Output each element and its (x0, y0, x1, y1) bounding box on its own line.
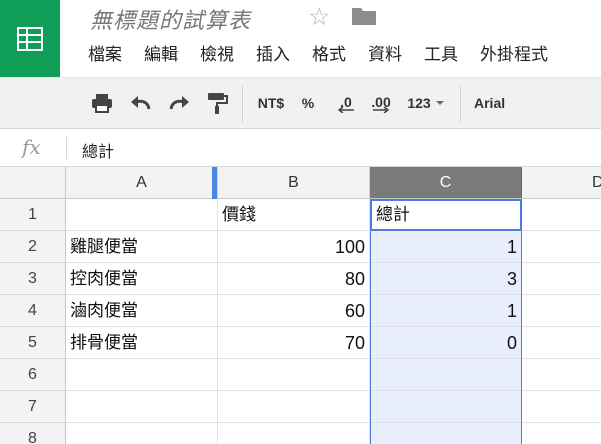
formula-bar: fx 總計 (0, 129, 601, 167)
select-all-corner[interactable] (0, 167, 66, 199)
cell-b5[interactable]: 70 (218, 327, 370, 359)
menu-view[interactable]: 檢視 (200, 44, 234, 66)
app-header: 無標題的試算表 ☆ 檔案 編輯 檢視 插入 格式 資料 工具 外掛程式 (0, 0, 601, 77)
column-selection-border-left (370, 199, 371, 444)
cell-b2[interactable]: 100 (218, 231, 370, 263)
cell-c5[interactable]: 0 (370, 327, 522, 359)
cell-a1[interactable] (66, 199, 218, 231)
print-button[interactable] (90, 91, 114, 115)
column-header-b[interactable]: B (218, 167, 370, 199)
undo-button[interactable] (128, 91, 154, 115)
more-formats-label: 123 (407, 95, 431, 111)
row-header-4[interactable]: 4 (0, 295, 66, 327)
row-header-8[interactable]: 8 (0, 423, 66, 444)
fx-icon: fx (22, 135, 41, 159)
formula-input[interactable]: 總計 (82, 138, 114, 162)
paint-format-icon (208, 93, 228, 114)
cell-b4[interactable]: 60 (218, 295, 370, 327)
cell-d7[interactable] (522, 391, 601, 423)
cell-d2[interactable] (522, 231, 601, 263)
menu-file[interactable]: 檔案 (88, 44, 122, 66)
menu-format[interactable]: 格式 (312, 44, 346, 66)
row-header-2[interactable]: 2 (0, 231, 66, 263)
cell-a6[interactable] (66, 359, 218, 391)
cell-d5[interactable] (522, 327, 601, 359)
arrow-left-icon (337, 106, 354, 113)
more-formats-button[interactable]: 123 (404, 91, 448, 115)
cell-b1[interactable]: 價錢 (218, 199, 370, 231)
cell-d8[interactable] (522, 423, 601, 444)
menu-edit[interactable]: 編輯 (144, 44, 178, 66)
row-header-7[interactable]: 7 (0, 391, 66, 423)
star-icon[interactable]: ☆ (308, 2, 330, 31)
paint-format-button[interactable] (204, 91, 230, 115)
currency-format-button[interactable]: NT$ (254, 91, 288, 115)
cell-c6[interactable] (370, 359, 522, 391)
column-selection-border-right (521, 199, 522, 444)
undo-icon (131, 96, 151, 110)
column-header-a[interactable]: A (66, 167, 218, 199)
print-icon (92, 94, 112, 113)
cell-c8[interactable] (370, 423, 522, 444)
document-title[interactable]: 無標題的試算表 (90, 3, 251, 35)
cell-a4[interactable]: 滷肉便當 (66, 295, 218, 327)
menu-tools[interactable]: 工具 (424, 44, 458, 66)
cell-c7[interactable] (370, 391, 522, 423)
row-header-1[interactable]: 1 (0, 199, 66, 231)
toolbar-separator (460, 86, 461, 122)
cell-a2[interactable]: 雞腿便當 (66, 231, 218, 263)
increase-decimal-button[interactable]: .00 (366, 91, 396, 115)
cell-a8[interactable] (66, 423, 218, 444)
cell-c4[interactable]: 1 (370, 295, 522, 327)
sheets-logo[interactable] (0, 0, 60, 77)
cell-b3[interactable]: 80 (218, 263, 370, 295)
column-header-d[interactable]: D (522, 167, 601, 199)
sheets-logo-icon (17, 26, 43, 51)
toolbar: NT$ % .0 .00 123 Arial (0, 77, 601, 129)
menu-addons[interactable]: 外掛程式 (480, 44, 548, 66)
cell-a3[interactable]: 控肉便當 (66, 263, 218, 295)
menu-insert[interactable]: 插入 (256, 44, 290, 66)
cell-c1[interactable]: 總計 (370, 199, 522, 231)
row-header-5[interactable]: 5 (0, 327, 66, 359)
cell-a7[interactable] (66, 391, 218, 423)
toolbar-separator (242, 86, 243, 122)
folder-icon[interactable] (351, 6, 377, 26)
column-header-c[interactable]: C (370, 167, 522, 199)
decrease-decimal-button[interactable]: .0 (332, 91, 360, 115)
percent-format-button[interactable]: % (298, 91, 318, 115)
font-family-select[interactable]: Arial (474, 91, 518, 115)
column-resize-handle[interactable] (212, 167, 217, 199)
arrow-right-icon (373, 106, 390, 113)
redo-icon (169, 96, 189, 110)
spreadsheet-grid: A B C D 1 2 3 4 5 6 7 8 價錢 總計 雞腿便當 100 1… (0, 167, 601, 444)
cell-d6[interactable] (522, 359, 601, 391)
redo-button[interactable] (166, 91, 192, 115)
menu-data[interactable]: 資料 (368, 44, 402, 66)
cell-c3[interactable]: 3 (370, 263, 522, 295)
row-header-3[interactable]: 3 (0, 263, 66, 295)
row-header-6[interactable]: 6 (0, 359, 66, 391)
formula-separator (66, 137, 67, 159)
cell-c2[interactable]: 1 (370, 231, 522, 263)
menu-bar: 檔案 編輯 檢視 插入 格式 資料 工具 外掛程式 (88, 44, 570, 66)
cell-d3[interactable] (522, 263, 601, 295)
cell-b6[interactable] (218, 359, 370, 391)
cell-b7[interactable] (218, 391, 370, 423)
dropdown-arrow-icon (435, 101, 444, 105)
cell-b8[interactable] (218, 423, 370, 444)
cell-a5[interactable]: 排骨便當 (66, 327, 218, 359)
cell-d4[interactable] (522, 295, 601, 327)
cell-d1[interactable] (522, 199, 601, 231)
